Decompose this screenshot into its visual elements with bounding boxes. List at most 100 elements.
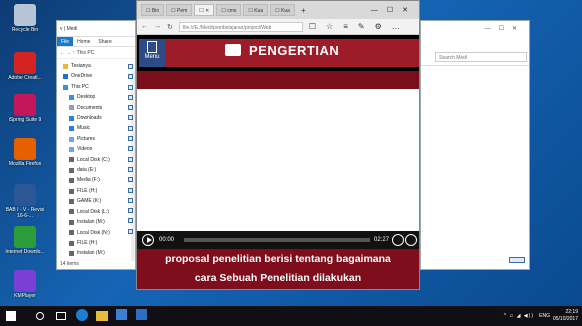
video-controls: 00:00 02:27 [137,231,419,249]
nav-tree-item[interactable]: Local Disk (N:) [57,228,135,238]
nav-tree-item[interactable]: Local Disk (C:) [57,155,135,165]
start-icon[interactable] [6,311,16,321]
nav-tree-item[interactable]: Music [57,123,135,133]
nav-tree-item[interactable]: Downloads [57,113,135,123]
menu-button[interactable]: Menu [139,39,165,67]
explorer-nav-bar[interactable]: ← → ↑ This PC [57,47,135,59]
clock[interactable]: 22:19 05/10/2017 [553,309,578,323]
desktop-shortcut[interactable]: Adobe Creati... [2,52,48,81]
new-tab-icon[interactable]: + [301,6,306,15]
nav-tree-label: Music [77,125,91,132]
store-icon[interactable] [116,309,127,320]
desktop-shortcut[interactable]: Internet Downlo... [2,226,48,255]
browser-tab[interactable]: ☐ Kua [243,4,269,16]
search-input[interactable]: Search Medi [435,52,527,62]
seek-bar[interactable] [184,238,370,242]
video-area[interactable] [137,89,419,231]
nav-tree-label: Tesianya [71,63,91,69]
taskbar: ^ ♫ ◢ ◀)) 22:19 05/10/2017 ENG [0,306,582,326]
file-checkbox[interactable] [128,136,133,142]
file-checkbox[interactable] [128,84,133,90]
explorer-ribbon-tabs: File Home Share [57,37,135,47]
desktop-shortcut[interactable]: KMPlayer [2,270,48,299]
nav-tree-item[interactable]: GAME (K:) [57,196,135,206]
nav-tree-item[interactable]: Instalan (M:) [57,248,135,258]
browser-tab[interactable]: ☐ Bin [141,4,165,16]
shortcut-icon [14,52,36,74]
nav-tree-item[interactable]: This PC [57,82,135,92]
page-header: Menu PENGERTIAN [137,35,419,71]
edge-icon[interactable] [76,309,88,321]
file-checkbox[interactable] [128,166,133,172]
desktop-shortcut[interactable]: iSpring Suite 9 [2,94,48,123]
file-checkbox[interactable] [128,187,133,193]
file-checkbox[interactable] [128,218,133,224]
nav-tree-label: Documents [77,104,103,111]
desktop-shortcut[interactable]: Recycle Bin [2,4,48,33]
ribbon-tab-file[interactable]: File [57,37,74,46]
view-toggle-icon[interactable] [509,257,525,263]
toolbar-icons[interactable]: ☐☆≡✎⚙… [309,22,410,31]
play-icon[interactable] [142,234,154,246]
file-checkbox[interactable] [128,94,133,100]
file-checkbox[interactable] [128,115,133,121]
drive-icon [69,198,74,204]
file-checkbox[interactable] [128,197,133,203]
shortcut-icon [14,270,36,292]
file-explorer-window: v | Medi File Home Share ← → ↑ This PC T… [56,20,136,270]
search-icon[interactable] [36,312,44,320]
window-controls[interactable]: —☐✕ [371,6,419,14]
nav-tree-item[interactable]: Videos [57,144,135,154]
shortcut-icon [14,184,36,206]
nav-tree-label: FILE (H:) [77,239,98,246]
nav-tree-item[interactable]: OneDrive [57,71,135,81]
file-checkbox[interactable] [128,228,133,234]
file-checkbox[interactable] [128,156,133,162]
browser-tab[interactable]: ☐ cms [216,4,242,16]
volume-icon[interactable] [392,234,404,246]
system-tray-icons[interactable]: ^ ♫ ◢ ◀)) [504,313,534,319]
nav-tree-item[interactable]: Desktop [57,92,135,102]
shortcut-label: BAB I - V - Revisi 16-6-... [5,207,45,219]
back-icon[interactable]: ← [141,23,148,30]
url-input[interactable]: file:///E:/Medi/pembelajaran/project/Web [178,21,303,32]
nav-tree-item[interactable]: Pictures [57,134,135,144]
nav-tree-item[interactable]: Tesianya [57,61,135,71]
desktop-shortcut[interactable]: Mozilla Firefox [2,138,48,167]
nav-tree-item[interactable]: Local Disk (L:) [57,207,135,217]
file-checkbox[interactable] [128,74,133,80]
header-bottom-band [137,71,419,89]
ribbon-tab-home[interactable]: Home [73,37,94,46]
nav-tree-item[interactable]: data (E:) [57,165,135,175]
nav-tree-label: GAME (K:) [77,198,102,205]
file-checkbox[interactable] [128,125,133,131]
cloud-icon [63,74,68,80]
language-indicator[interactable]: ENG [539,313,550,319]
nav-tree-item[interactable]: Documents [57,103,135,113]
nav-tree-item[interactable]: Media (F:) [57,175,135,185]
window-controls[interactable]: —☐✕ [485,25,525,32]
file-checkbox[interactable] [128,146,133,152]
browser-tab-active[interactable]: ☐ ✕ [194,4,215,16]
refresh-icon[interactable]: ↻ [167,23,173,31]
fullscreen-icon[interactable] [405,234,417,246]
nav-tree-item[interactable]: FILE (H:) [57,238,135,248]
nav-tree-label: OneDrive [71,73,93,80]
desktop-shortcut[interactable]: BAB I - V - Revisi 16-6-... [2,184,48,219]
shortcut-icon [14,138,36,160]
app-icon[interactable] [136,309,147,320]
file-checkbox[interactable] [128,177,133,183]
nav-tree-label: Local Disk (L:) [77,208,109,215]
forward-icon[interactable]: → [154,23,161,30]
ribbon-tab-share[interactable]: Share [94,37,115,46]
browser-tab[interactable]: ☐ Pem [166,4,193,16]
browser-window: ☐ Bin ☐ Pem ☐ ✕ ☐ cms ☐ Kua ☐ Kua + —☐✕ … [136,0,420,290]
file-checkbox[interactable] [128,64,133,69]
nav-tree-item[interactable]: FILE (H:) [57,186,135,196]
file-checkbox[interactable] [128,105,133,111]
browser-tab[interactable]: ☐ Kua [270,4,295,16]
nav-tree-item[interactable]: Instalan (M:) [57,217,135,227]
file-checkbox[interactable] [128,208,133,214]
explorer-icon[interactable] [96,311,108,321]
task-view-icon[interactable] [56,312,66,320]
